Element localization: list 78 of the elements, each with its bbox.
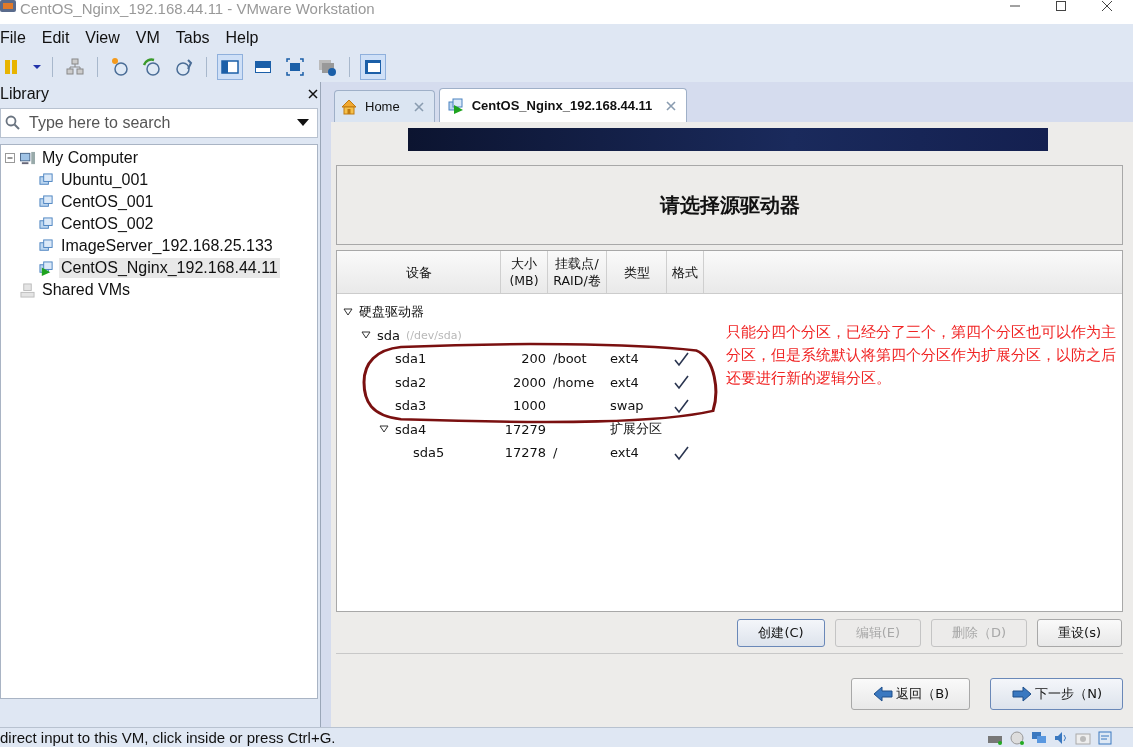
window-title: CentOS_Nginx_192.168.44.11 - VMware Workstation — [20, 0, 375, 18]
size-cell: 1000 — [512, 398, 546, 414]
tree-item[interactable]: My Computer — [40, 148, 141, 168]
unity-view-icon[interactable] — [360, 54, 386, 80]
tree-item[interactable]: ImageServer_192.168.25.133 — [59, 236, 275, 256]
annotation-note: 只能分四个分区，已经分了三个，第四个分区也可以作为主分区，但是系统默认将第四个分区作为扩展分区，以防之后还要进行新的逻辑分区。 — [726, 322, 1117, 389]
column-header[interactable]: 类型 — [607, 251, 667, 293]
collapse-icon[interactable] — [5, 153, 15, 163]
page-heading: 请选择源驱动器 — [659, 191, 800, 219]
check-icon[interactable] — [673, 444, 689, 461]
mount-cell: /home — [553, 374, 595, 390]
computer-icon — [19, 150, 36, 166]
type-cell: 扩展分区 — [610, 421, 662, 437]
next-button[interactable]: 下一步（N) — [990, 678, 1123, 710]
device-name[interactable]: sda2 — [395, 374, 427, 390]
running-vm-icon — [447, 97, 464, 114]
device-path: (/dev/sda) — [406, 328, 462, 342]
menu-item[interactable]: Tabs — [175, 29, 210, 47]
tree-item[interactable]: CentOS_002 — [59, 214, 156, 234]
device-name[interactable]: sda3 — [395, 398, 427, 414]
close-icon[interactable] — [1101, 0, 1113, 12]
expander-icon[interactable] — [379, 425, 389, 434]
tree-item[interactable]: CentOS_001 — [59, 192, 156, 212]
device-name[interactable]: sda1 — [395, 351, 427, 367]
menu-item[interactable]: VM — [135, 29, 160, 47]
back-button[interactable]: 返回（B) — [851, 678, 971, 710]
tree-item[interactable]: Ubuntu_001 — [59, 170, 151, 190]
status-text: direct input to this VM, click inside or press Ctrl+G. — [0, 728, 336, 747]
menu-item[interactable]: File — [0, 29, 26, 47]
app-icon — [0, 0, 16, 12]
menu-item[interactable]: Help — [225, 29, 259, 47]
close-icon[interactable] — [308, 89, 318, 99]
dropdown-icon[interactable] — [32, 64, 42, 70]
search-field[interactable]: Type here to search — [0, 108, 318, 138]
size-cell: 17278 — [504, 445, 546, 461]
tree-item[interactable]: CentOS_Nginx_192.168.44.11 — [59, 258, 280, 278]
size-cell: 200 — [521, 351, 546, 367]
tab[interactable]: CentOS_Nginx_192.168.44.11 — [438, 88, 688, 122]
column-header[interactable]: 格式 — [667, 251, 704, 293]
menu-item[interactable]: Edit — [41, 29, 70, 47]
type-cell: ext4 — [610, 445, 639, 461]
device-name[interactable]: 硬盘驱动器 — [359, 302, 424, 321]
sidebar-view-icon[interactable] — [217, 54, 243, 80]
mount-cell: /boot — [553, 351, 587, 367]
device-name[interactable]: sda4 — [395, 421, 427, 437]
network-adapter-icon[interactable] — [1031, 730, 1047, 745]
column-header[interactable]: 设备 — [337, 251, 501, 293]
menu-item[interactable]: View — [85, 29, 120, 47]
right-arrow-icon — [1011, 686, 1034, 702]
library-title: Library — [0, 85, 49, 103]
expander-icon[interactable] — [361, 331, 371, 340]
check-icon[interactable] — [673, 350, 689, 367]
action-button[interactable]: 重设(s) — [1037, 619, 1122, 647]
left-arrow-icon — [872, 686, 895, 702]
tab[interactable]: Home — [334, 90, 435, 122]
size-cell: 17279 — [504, 421, 546, 437]
type-cell: ext4 — [610, 374, 639, 390]
type-cell: ext4 — [610, 351, 639, 367]
check-icon[interactable] — [673, 374, 689, 391]
device-name[interactable]: sda5 — [413, 445, 445, 461]
mount-cell: / — [553, 445, 558, 461]
device-name[interactable]: sda — [377, 327, 400, 343]
sound-icon[interactable] — [1053, 730, 1069, 745]
check-icon[interactable] — [673, 397, 689, 414]
tree-item[interactable]: Shared VMs — [40, 280, 133, 300]
size-cell: 2000 — [512, 374, 546, 390]
house-icon — [341, 98, 357, 115]
shared-vms-icon — [19, 282, 36, 298]
action-button[interactable]: 创建(C) — [737, 619, 825, 647]
column-header[interactable]: 挂载点/ RAID/卷 — [548, 251, 607, 293]
type-cell: swap — [610, 398, 644, 414]
expander-icon[interactable] — [343, 307, 353, 316]
search-icon — [5, 115, 21, 131]
search-input[interactable]: Type here to search — [27, 113, 291, 133]
maximize-icon[interactable] — [1055, 0, 1067, 12]
full-screen-icon[interactable] — [283, 55, 307, 79]
dropdown-icon[interactable] — [297, 119, 309, 127]
column-header[interactable]: 大小 (MB) — [501, 251, 548, 293]
